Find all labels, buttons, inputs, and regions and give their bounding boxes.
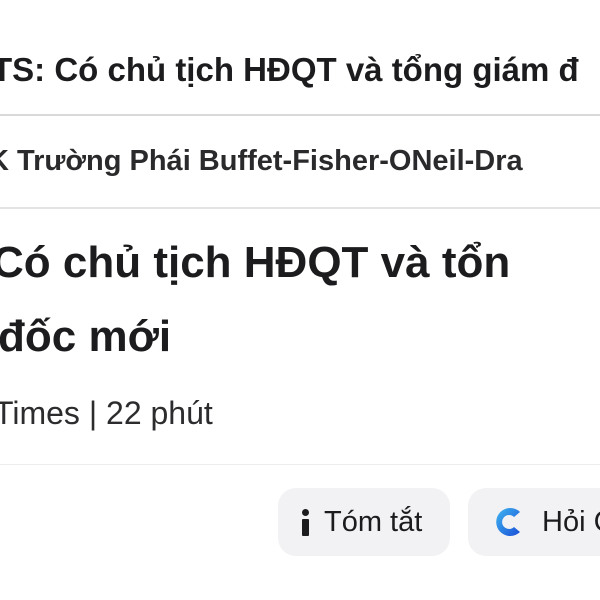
article-screen: TS: Có chủ tịch HĐQT và tổng giám đ K Tr… xyxy=(0,0,600,600)
divider xyxy=(0,207,600,209)
ask-button-label: Hỏi C xyxy=(542,505,600,538)
headline-line-1: Có chủ tịch HĐQT và tổn xyxy=(0,238,511,287)
info-icon xyxy=(298,508,312,536)
summary-button[interactable]: Tóm tắt xyxy=(278,488,450,556)
article-headline: Có chủ tịch HĐQT và tổn đốc mới xyxy=(0,226,600,374)
c-logo-icon xyxy=(496,508,520,536)
article-meta: Times | 22 phút xyxy=(0,395,213,431)
divider xyxy=(0,464,600,465)
divider xyxy=(0,114,600,116)
headline-line-2: đốc mới xyxy=(0,312,172,361)
ask-ai-button[interactable]: Hỏi C xyxy=(468,488,600,556)
source-channel-link[interactable]: K Trường Phái Buffet-Fisher-ONeil-Dra xyxy=(0,136,600,186)
summary-button-label: Tóm tắt xyxy=(324,505,423,538)
nav-title: TS: Có chủ tịch HĐQT và tổng giám đ xyxy=(0,51,579,88)
